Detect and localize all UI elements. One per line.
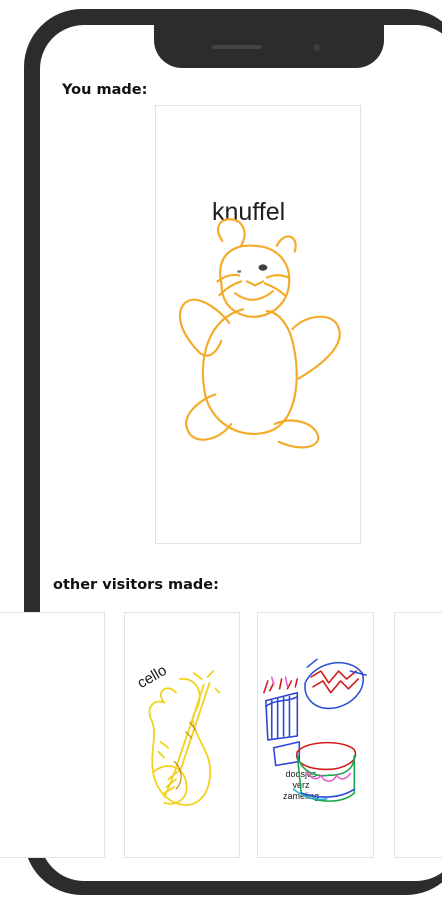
phone-notch	[154, 18, 384, 68]
my-drawing-card: knuffel	[155, 105, 361, 544]
others-made-heading: other visitors made:	[53, 577, 219, 593]
gallery-card-1[interactable]	[0, 612, 105, 858]
boxes-drawing	[263, 658, 367, 802]
cello-drawing	[148, 670, 221, 806]
teddy-bear-drawing	[178, 218, 341, 449]
gallery-card-doosjes[interactable]: doosjes verz zameling	[257, 612, 374, 858]
gallery-card-4[interactable]	[394, 612, 442, 858]
speaker-grille	[212, 45, 262, 49]
front-camera	[313, 44, 320, 51]
you-made-heading: You made:	[62, 82, 148, 98]
gallery-card-cello[interactable]: cello	[124, 612, 240, 858]
